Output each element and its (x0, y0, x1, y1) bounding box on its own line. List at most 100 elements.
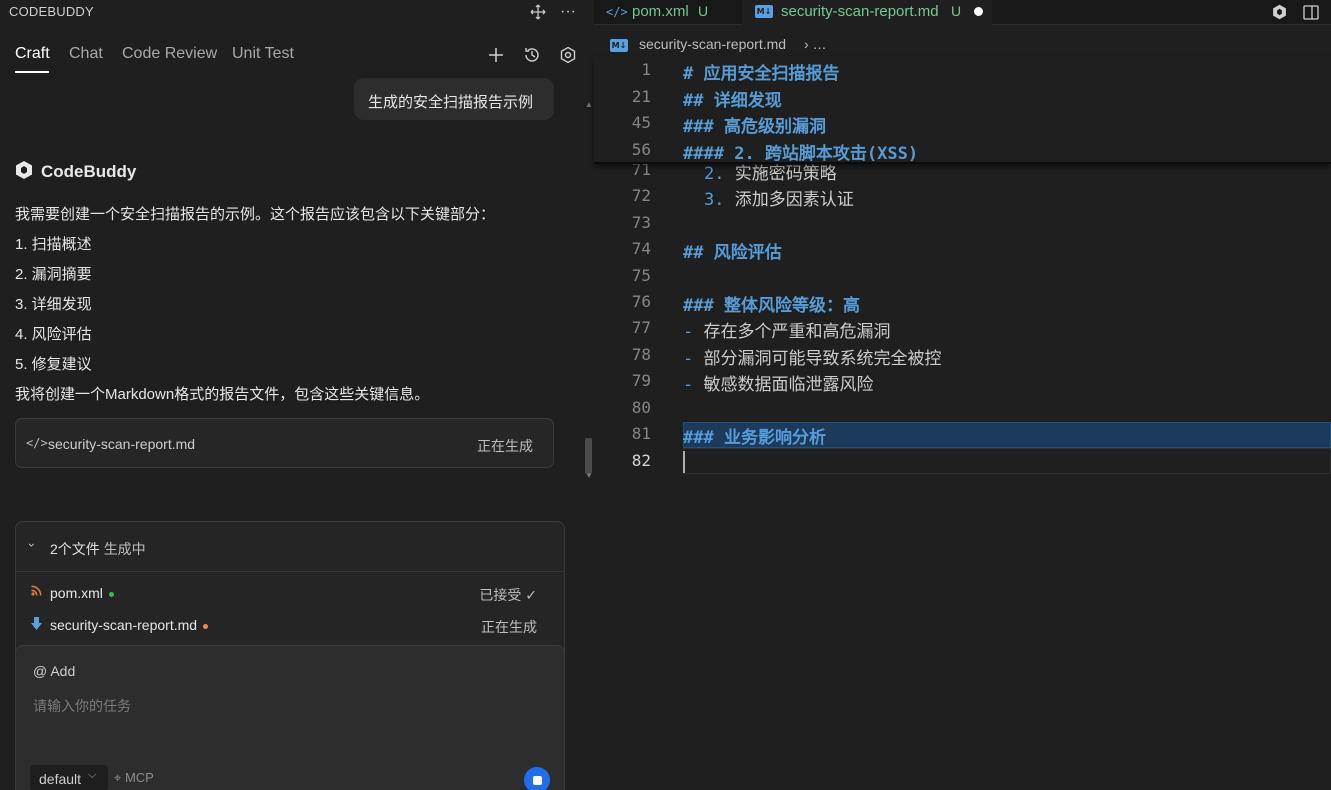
line-number: 1 (641, 60, 651, 79)
task-input[interactable]: 请输入你的任务 (33, 696, 131, 716)
scroll-up-icon[interactable]: ▲ (585, 100, 593, 109)
heading-marker: ### (683, 296, 714, 316)
message-line: 5. 修复建议 (15, 356, 92, 373)
scroll-down-icon[interactable]: ▼ (585, 471, 593, 480)
list-marker: - (683, 375, 694, 395)
code-line: 76 ### 整体风险等级：高 (594, 289, 1331, 316)
heading-text: 应用安全扫描报告 (703, 64, 840, 84)
heading-text: 详细发现 (713, 90, 782, 111)
code-line: 1 # 应用安全扫描报告 (594, 57, 1331, 84)
generating-files-header[interactable]: › 2个文件 生成中 (16, 522, 564, 572)
line-text: 存在多个严重和高危漏洞 (703, 322, 891, 342)
move-icon[interactable] (528, 2, 548, 22)
file-status: 正在生成 (481, 619, 537, 635)
stop-button[interactable] (524, 767, 550, 790)
code-line: 77 - 存在多个严重和高危漏洞 (594, 315, 1331, 342)
codebuddy-panel: CODEBUDDY ··· Craft Chat Code Review Uni… (0, 0, 594, 790)
codebuddy-icon[interactable] (1269, 2, 1289, 22)
list-marker: - (683, 322, 694, 342)
line-text: 敏感数据面临泄露风险 (703, 375, 874, 395)
heading-text: 业务影响分析 (723, 428, 826, 448)
code-line: 80 (594, 395, 1331, 422)
line-number: 73 (631, 213, 651, 232)
task-input-box[interactable]: @ Add 请输入你的任务 default ⌵ ⌖ MCP (15, 645, 565, 790)
editor-tab-pom[interactable]: </> pom.xml U (594, 0, 741, 25)
line-number: 74 (631, 239, 651, 258)
history-icon[interactable] (521, 44, 543, 66)
breadcrumb-file[interactable]: security-scan-report.md (639, 36, 786, 52)
heading-marker: ## (683, 243, 704, 263)
file-name: pom.xml (50, 585, 103, 601)
stop-icon (532, 775, 542, 785)
rss-file-icon (31, 585, 42, 599)
code-line: 74 ## 风险评估 (594, 236, 1331, 263)
code-line: 73 (594, 210, 1331, 237)
markdown-icon: M↓ (610, 39, 628, 52)
chevron-down-icon: ⌵ (88, 769, 97, 781)
unsaved-dot-icon[interactable] (974, 7, 983, 16)
breadcrumb-rest[interactable]: › … (804, 36, 827, 52)
model-select-value: default (39, 771, 82, 787)
tab-craft[interactable]: Craft (15, 45, 50, 63)
file-card-name: security-scan-report.md (48, 436, 196, 452)
editor-tabbar: </> pom.xml U M↓ security-scan-report.md… (594, 0, 1331, 25)
new-chat-icon[interactable] (485, 44, 507, 66)
scrollbar-thumb[interactable] (585, 438, 592, 474)
file-card-status: 正在生成 (477, 438, 533, 454)
code-line: 78 - 部分漏洞可能导致系统完全被控 (594, 342, 1331, 369)
list-item[interactable]: security-scan-report.md 正在生成 (16, 610, 564, 640)
split-editor-icon[interactable] (1301, 2, 1321, 22)
more-icon[interactable]: ··· (558, 2, 578, 22)
code-line: 56 #### 2. 跨站脚本攻击(XSS) (594, 137, 1331, 164)
line-number: 78 (631, 345, 651, 364)
line-text: 实施密码策略 (734, 164, 837, 184)
tab-label: security-scan-report.md (781, 3, 939, 20)
mcp-button[interactable]: ⌖ MCP (114, 770, 154, 786)
sticky-scroll[interactable]: 1 # 应用安全扫描报告 21 ## 详细发现 45 ### 高危级别漏洞 56… (594, 57, 1331, 164)
line-number: 56 (631, 139, 651, 159)
line-text: 部分漏洞可能导致系统完全被控 (703, 349, 942, 369)
settings-icon[interactable] (557, 44, 579, 66)
message-line: 我需要创建一个安全扫描报告的示例。这个报告应该包含以下关键部分： (15, 206, 496, 223)
file-count: 2个文件 (50, 541, 100, 557)
editor-tab-report[interactable]: M↓ security-scan-report.md U (742, 0, 992, 25)
heading-marker: ## (683, 90, 704, 111)
list-marker: 2. (704, 164, 725, 184)
mcp-icon: ⌖ (114, 770, 122, 785)
list-item[interactable]: pom.xml 已接受 ✓ (16, 578, 564, 608)
mode-tabs: Craft Chat Code Review Unit Test (0, 38, 594, 76)
code-line: 79 - 敏感数据面临泄露风险 (594, 368, 1331, 395)
code-line: 82 (594, 448, 1331, 475)
user-message-text: 生成的安全扫描报告示例 (368, 94, 534, 111)
generated-file-card[interactable]: </> security-scan-report.md 正在生成 (15, 418, 554, 468)
app-title: CODEBUDDY (9, 4, 94, 19)
editor-area: </> pom.xml U M↓ security-scan-report.md… (594, 0, 1331, 790)
tab-unit-test[interactable]: Unit Test (232, 45, 294, 63)
modified-dot (203, 623, 209, 629)
message-line: 2. 漏洞摘要 (15, 266, 92, 283)
assistant-header: CodeBuddy (15, 160, 136, 184)
message-line: 3. 详细发现 (15, 296, 92, 313)
markdown-down-arrow-icon (31, 617, 42, 633)
tab-chat[interactable]: Chat (69, 45, 103, 63)
line-text: 添加多因素认证 (734, 190, 854, 210)
heading-text: 风险评估 (713, 243, 782, 263)
assistant-name: CodeBuddy (41, 162, 137, 181)
heading-marker: ### (683, 428, 714, 448)
list-marker: 3. (704, 190, 725, 210)
tab-code-review[interactable]: Code Review (122, 45, 217, 63)
code-file-icon: </> (606, 5, 628, 19)
model-select[interactable]: default ⌵ (30, 765, 108, 790)
line-number: 45 (631, 113, 651, 132)
line-number: 81 (631, 424, 651, 443)
add-context-button[interactable]: @ Add (33, 663, 75, 679)
tab-label: pom.xml (632, 3, 689, 20)
message-line: 我将创建一个Markdown格式的报告文件，包含这些关键信息。 (15, 386, 430, 403)
line-number: 77 (631, 318, 651, 337)
list-marker: - (683, 349, 694, 369)
message-line: 4. 风险评估 (15, 326, 92, 343)
active-tab-indicator (15, 71, 49, 73)
code-line: 45 ### 高危级别漏洞 (594, 110, 1331, 137)
chevron-down-icon[interactable]: › (25, 543, 39, 547)
line-number: 72 (631, 186, 651, 205)
